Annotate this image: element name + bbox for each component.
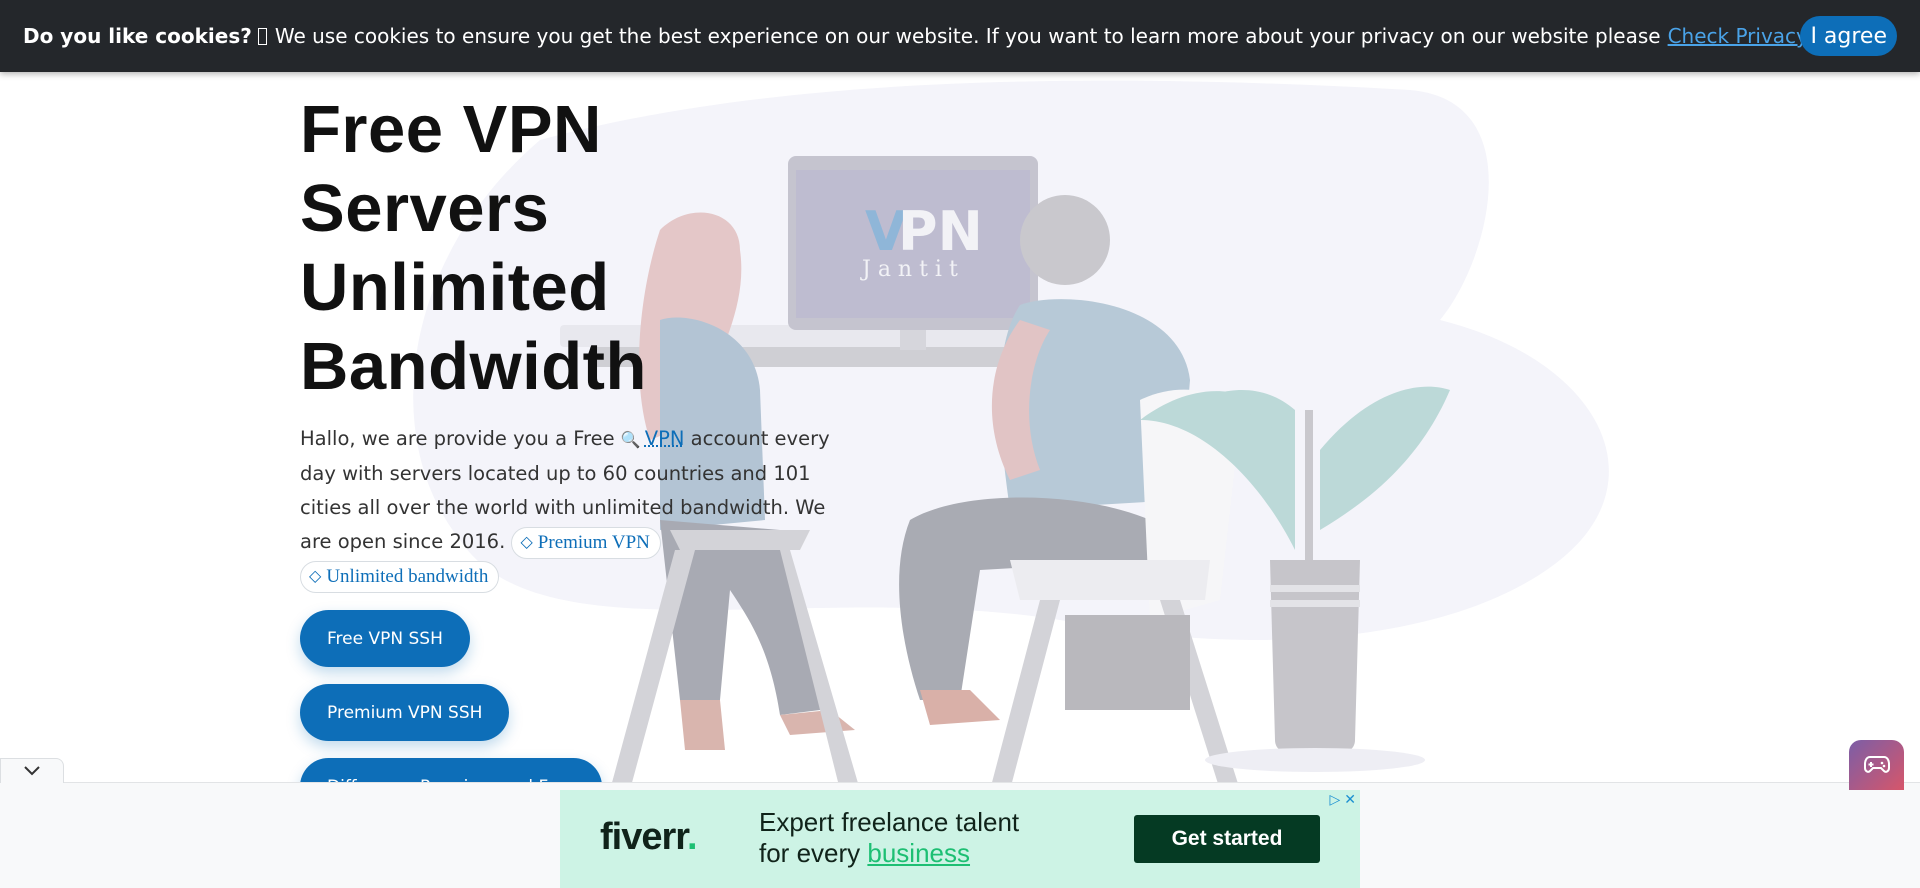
tag-icon: ◇: [520, 533, 533, 551]
tag-label: Unlimited bandwidth: [326, 565, 489, 587]
ad-headline-line1: Expert freelance talent: [759, 807, 1020, 837]
close-icon[interactable]: ✕: [1344, 792, 1356, 808]
gamepad-button[interactable]: [1849, 740, 1904, 790]
hero-title: Free VPN Servers Unlimited Bandwidth: [300, 90, 840, 406]
man-chair-box: [1065, 615, 1190, 710]
plant-pot-band-1: [1270, 585, 1360, 592]
desc-text-before: Hallo, we are provide you a Free: [300, 427, 615, 450]
hero-title-line: Bandwidth: [300, 329, 647, 404]
fiverr-logo-text: fiverr: [600, 816, 688, 858]
chevron-down-icon: [24, 766, 40, 776]
tag-unlimited-bandwidth[interactable]: ◇ Unlimited bandwidth: [300, 560, 500, 593]
ad-headline-line2: for every business: [759, 838, 1019, 869]
cookie-title: Do you like cookies?: [23, 24, 252, 48]
tag-label: Premium VPN: [537, 531, 650, 553]
hero-description: Hallo, we are provide you a Free 🔍 VPN ac…: [300, 422, 840, 593]
ad-headline-prefix: for every: [759, 838, 861, 868]
man-chair-seat: [1010, 560, 1210, 600]
cta-row: Premium VPN SSH: [300, 684, 840, 741]
hero-title-line: Unlimited: [300, 250, 610, 325]
missing-glyph-icon: [257, 27, 267, 45]
ad-choices: ▷ ✕: [1329, 792, 1356, 808]
free-vpn-ssh-button[interactable]: Free VPN SSH: [300, 610, 470, 667]
ad-collapse-toggle[interactable]: [0, 758, 64, 783]
cta-row: Free VPN SSH: [300, 610, 840, 667]
screen-logo-pn: PN: [898, 200, 983, 263]
plant-shadow: [1205, 748, 1425, 772]
premium-vpn-ssh-button[interactable]: Premium VPN SSH: [300, 684, 510, 741]
monitor-stand: [900, 330, 926, 350]
hero-title-line: Free VPN: [300, 92, 602, 167]
hero-section: Free VPN Servers Unlimited Bandwidth Hal…: [300, 90, 840, 815]
ad-get-started-button[interactable]: Get started: [1134, 815, 1320, 863]
search-icon: 🔍: [620, 430, 641, 449]
adchoices-icon[interactable]: ▷: [1329, 792, 1340, 808]
man-head: [1020, 195, 1110, 285]
plant-pot-band-2: [1270, 600, 1360, 607]
ad-headline-highlight: business: [867, 838, 971, 868]
hero-title-line: Servers: [300, 171, 550, 246]
vpn-link[interactable]: VPN: [645, 427, 685, 450]
gamepad-icon: [1863, 756, 1890, 773]
cookie-consent-bar: Do you like cookies? We use cookies to e…: [0, 0, 1920, 72]
tag-premium-vpn[interactable]: ◇ Premium VPN: [511, 526, 661, 559]
tag-icon: ◇: [309, 567, 322, 585]
ad-banner[interactable]: fiverr. Expert freelance talent for ever…: [560, 790, 1360, 888]
plant-stem: [1305, 410, 1313, 560]
screen-logo-sub: J a n t i t: [860, 257, 958, 282]
fiverr-logo: fiverr.: [600, 816, 697, 859]
man-shoe: [920, 690, 1000, 725]
cookie-message: We use cookies to ensure you get the bes…: [274, 24, 1661, 48]
ad-headline: Expert freelance talent for every busine…: [759, 807, 1019, 869]
fiverr-logo-dot: .: [686, 816, 698, 858]
cookie-agree-button[interactable]: I agree: [1800, 16, 1897, 56]
